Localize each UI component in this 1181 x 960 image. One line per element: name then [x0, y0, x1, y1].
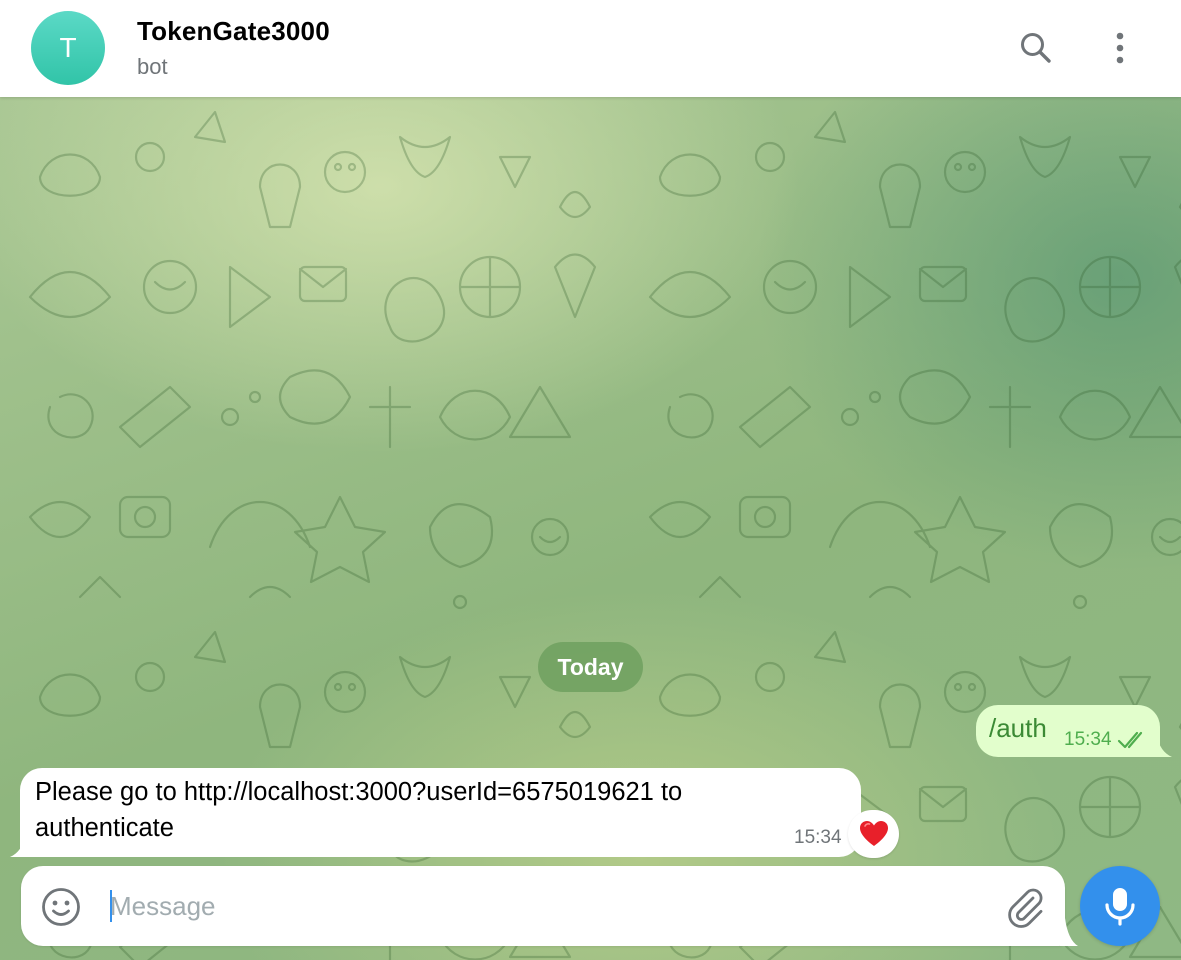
search-button[interactable] [1013, 25, 1059, 71]
smile-icon [42, 888, 80, 926]
message-input[interactable] [110, 884, 970, 928]
chat-subtitle: bot [137, 54, 168, 79]
emoji-button[interactable] [40, 886, 82, 933]
incoming-bubble-tail [10, 834, 32, 857]
more-vertical-icon [1116, 32, 1124, 64]
incoming-message-time: 15:34 [794, 827, 842, 848]
composer-tail [1060, 918, 1078, 946]
date-separator: Today [538, 642, 643, 692]
more-menu-button[interactable] [1097, 25, 1143, 71]
search-icon [1021, 33, 1051, 63]
heart-reaction[interactable] [848, 810, 899, 858]
paperclip-icon [1008, 888, 1043, 928]
outgoing-message-time: 15:34 [1064, 729, 1112, 750]
incoming-message-text: Please go to http://localhost:3000?userI… [35, 778, 683, 842]
microphone-icon [1105, 888, 1135, 926]
avatar[interactable]: T [31, 11, 105, 85]
chat-header: T TokenGate3000 bot [0, 0, 1181, 97]
double-check-icon [1117, 731, 1143, 749]
outgoing-message-text: /auth [989, 713, 1047, 743]
voice-record-button[interactable] [1080, 866, 1160, 946]
chat-title[interactable]: TokenGate3000 [137, 16, 330, 47]
outgoing-bubble-tail [1150, 734, 1172, 757]
attach-button[interactable] [1004, 884, 1046, 933]
heart-icon [859, 821, 888, 846]
